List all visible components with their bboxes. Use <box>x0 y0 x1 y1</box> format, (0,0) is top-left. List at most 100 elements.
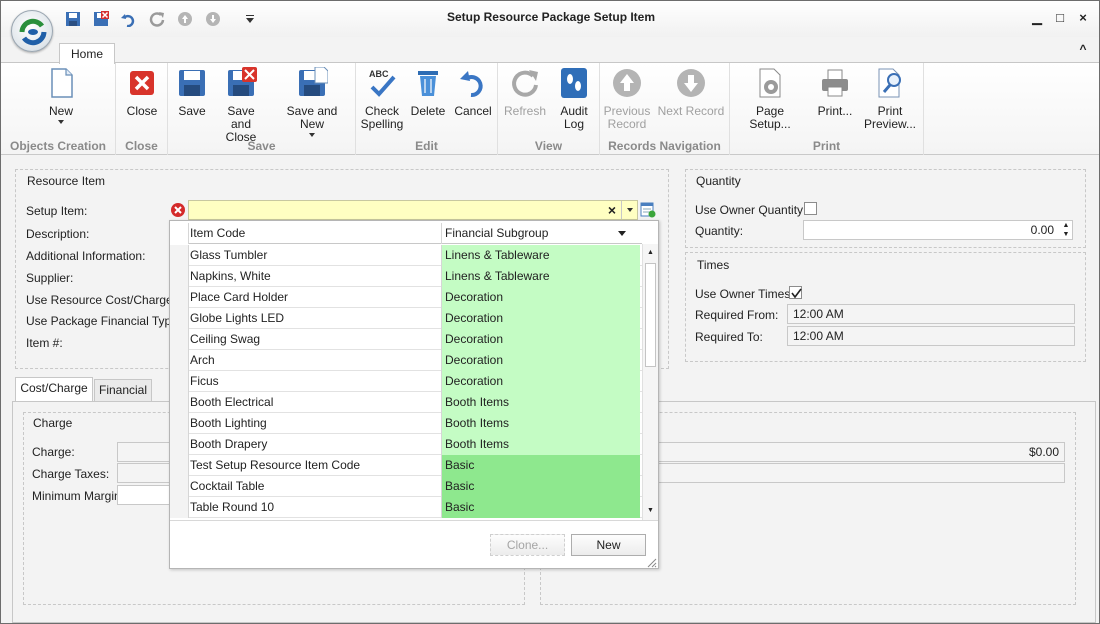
refresh-icon[interactable] <box>149 11 165 27</box>
resize-grip-icon[interactable] <box>646 557 657 568</box>
group-label: Objects Creation <box>9 139 107 153</box>
column-header-item-code[interactable]: Item Code <box>189 223 442 244</box>
cost-taxes-field <box>657 463 1065 483</box>
title-bar: Setup Resource Package Setup Item ▁ □ × <box>1 1 1099 37</box>
undo-icon[interactable] <box>120 11 136 27</box>
item-code-cell: Place Card Holder <box>189 287 442 308</box>
clear-selection-icon[interactable]: × <box>604 201 620 219</box>
new-item-button[interactable]: New <box>571 534 646 556</box>
table-row[interactable]: Globe Lights LED Decoration <box>170 308 642 329</box>
clone-button[interactable]: Clone... <box>490 534 565 556</box>
quantity-spinner[interactable]: ▲ ▼ <box>1060 221 1072 239</box>
dropdown-footer-divider <box>170 520 658 521</box>
required-to-field[interactable]: 12:00 AM <box>787 326 1075 346</box>
additional-info-label: Additional Information: <box>26 249 146 263</box>
save-close-icon[interactable] <box>93 11 109 27</box>
item-code-cell: Cocktail Table <box>189 476 442 497</box>
prev-label-2: Record <box>607 117 647 131</box>
table-row[interactable]: Place Card Holder Decoration <box>170 287 642 308</box>
save-icon[interactable] <box>65 11 81 27</box>
save-button[interactable]: Save <box>172 67 212 118</box>
table-row[interactable]: Booth Drapery Booth Items <box>170 434 642 455</box>
row-indicator <box>170 329 189 350</box>
scroll-up-icon[interactable]: ▲ <box>647 249 654 256</box>
table-row[interactable]: Ceiling Swag Decoration <box>170 329 642 350</box>
grid-header: Item Code Financial Subgroup <box>170 223 642 244</box>
tab-financial[interactable]: Financial <box>94 379 152 402</box>
save-and-close-button[interactable]: Save and Close <box>216 67 266 144</box>
group-records-navigation: Previous Record Next Record Records Navi… <box>600 63 730 155</box>
collapse-ribbon-button[interactable]: ^ <box>1075 41 1091 57</box>
trash-icon <box>418 71 438 96</box>
table-row[interactable]: Cocktail Table Basic <box>170 476 642 497</box>
save-and-new-button[interactable]: Save and New <box>274 67 350 137</box>
table-row[interactable]: Test Setup Resource Item Code Basic <box>170 455 642 476</box>
audit-label-2: Log <box>563 117 585 131</box>
financial-subgroup-cell: Linens & Tableware <box>442 245 640 266</box>
close-button[interactable]: Close <box>122 67 162 118</box>
financial-subgroup-cell: Basic <box>442 455 640 476</box>
scrollbar-thumb[interactable] <box>645 263 656 367</box>
combobox-dropdown-button[interactable] <box>621 201 637 219</box>
previous-record-button[interactable]: Previous Record <box>602 67 652 131</box>
group-view: Refresh Audit Log View <box>498 63 600 155</box>
minimum-margin-field[interactable] <box>117 485 171 505</box>
table-row[interactable]: Booth Electrical Booth Items <box>170 392 642 413</box>
table-row[interactable]: Arch Decoration <box>170 350 642 371</box>
svg-text:ABC: ABC <box>369 69 389 79</box>
row-indicator <box>170 497 189 518</box>
application-menu-button[interactable] <box>11 10 53 52</box>
print-preview-button[interactable]: Print Preview... <box>864 67 916 131</box>
use-owner-quantity-checkbox[interactable] <box>804 202 817 215</box>
required-from-field[interactable]: 12:00 AM <box>787 304 1075 324</box>
next-record-button[interactable]: Next Record <box>656 67 726 118</box>
table-row[interactable]: Napkins, White Linens & Tableware <box>170 266 642 287</box>
quantity-input[interactable]: 0.00 <box>803 220 1073 240</box>
tab-home[interactable]: Home <box>59 43 115 64</box>
close-window-button[interactable]: × <box>1075 10 1091 26</box>
charge-taxes-field[interactable] <box>117 463 171 483</box>
charge-field[interactable] <box>117 442 171 462</box>
lookup-grid-icon[interactable] <box>640 202 656 218</box>
row-indicator <box>170 434 189 455</box>
delete-button[interactable]: Delete <box>408 67 448 118</box>
cancel-button[interactable]: Cancel <box>452 67 494 118</box>
use-owner-times-label: Use Owner Times: <box>695 287 794 301</box>
tab-cost-charge[interactable]: Cost/Charge <box>15 377 93 402</box>
dropdown-caret-icon <box>309 133 315 137</box>
print-preview-icon <box>878 68 901 98</box>
arrow-down-circle-icon <box>677 69 705 97</box>
vertical-scrollbar[interactable]: ▲ ▼ <box>642 244 658 520</box>
maximize-button[interactable]: □ <box>1052 10 1068 26</box>
table-row[interactable]: Glass Tumbler Linens & Tableware <box>170 245 642 266</box>
audit-log-button[interactable]: Audit Log <box>554 67 594 131</box>
charge-label: Charge: <box>32 445 75 459</box>
app-logo-icon <box>19 18 47 46</box>
setup-item-combobox[interactable] <box>188 200 638 220</box>
scroll-down-icon[interactable]: ▼ <box>647 507 654 514</box>
row-indicator <box>170 413 189 434</box>
financial-subgroup-cell: Decoration <box>442 371 640 392</box>
use-resource-cost-label: Use Resource Cost/Charge: <box>26 293 177 307</box>
check-spelling-button[interactable]: ABC Check Spelling <box>360 67 404 131</box>
item-code-cell: Ficus <box>189 371 442 392</box>
table-row[interactable]: Ficus Decoration <box>170 371 642 392</box>
print-button[interactable]: Print... <box>812 67 858 118</box>
table-row[interactable]: Table Round 10 Basic <box>170 497 642 518</box>
table-row[interactable]: Booth Lighting Booth Items <box>170 413 642 434</box>
page-setup-button[interactable]: Page Setup... <box>734 67 806 131</box>
row-indicator <box>170 371 189 392</box>
next-record-icon[interactable] <box>205 11 221 27</box>
use-package-financial-label: Use Package Financial Type: <box>26 314 182 328</box>
use-owner-times-checkbox[interactable] <box>789 286 802 299</box>
new-label: New <box>48 104 73 118</box>
previous-record-icon[interactable] <box>177 11 193 27</box>
arrow-up-circle-icon <box>613 69 641 97</box>
refresh-button[interactable]: Refresh <box>502 67 548 118</box>
customize-toolbar-icon[interactable] <box>242 11 258 27</box>
column-header-financial-subgroup[interactable]: Financial Subgroup <box>442 223 640 244</box>
financial-subgroup-cell: Booth Items <box>442 434 640 455</box>
minimize-button[interactable]: ▁ <box>1029 10 1045 26</box>
new-button[interactable]: New <box>41 67 81 124</box>
save-new-icon <box>299 67 328 96</box>
